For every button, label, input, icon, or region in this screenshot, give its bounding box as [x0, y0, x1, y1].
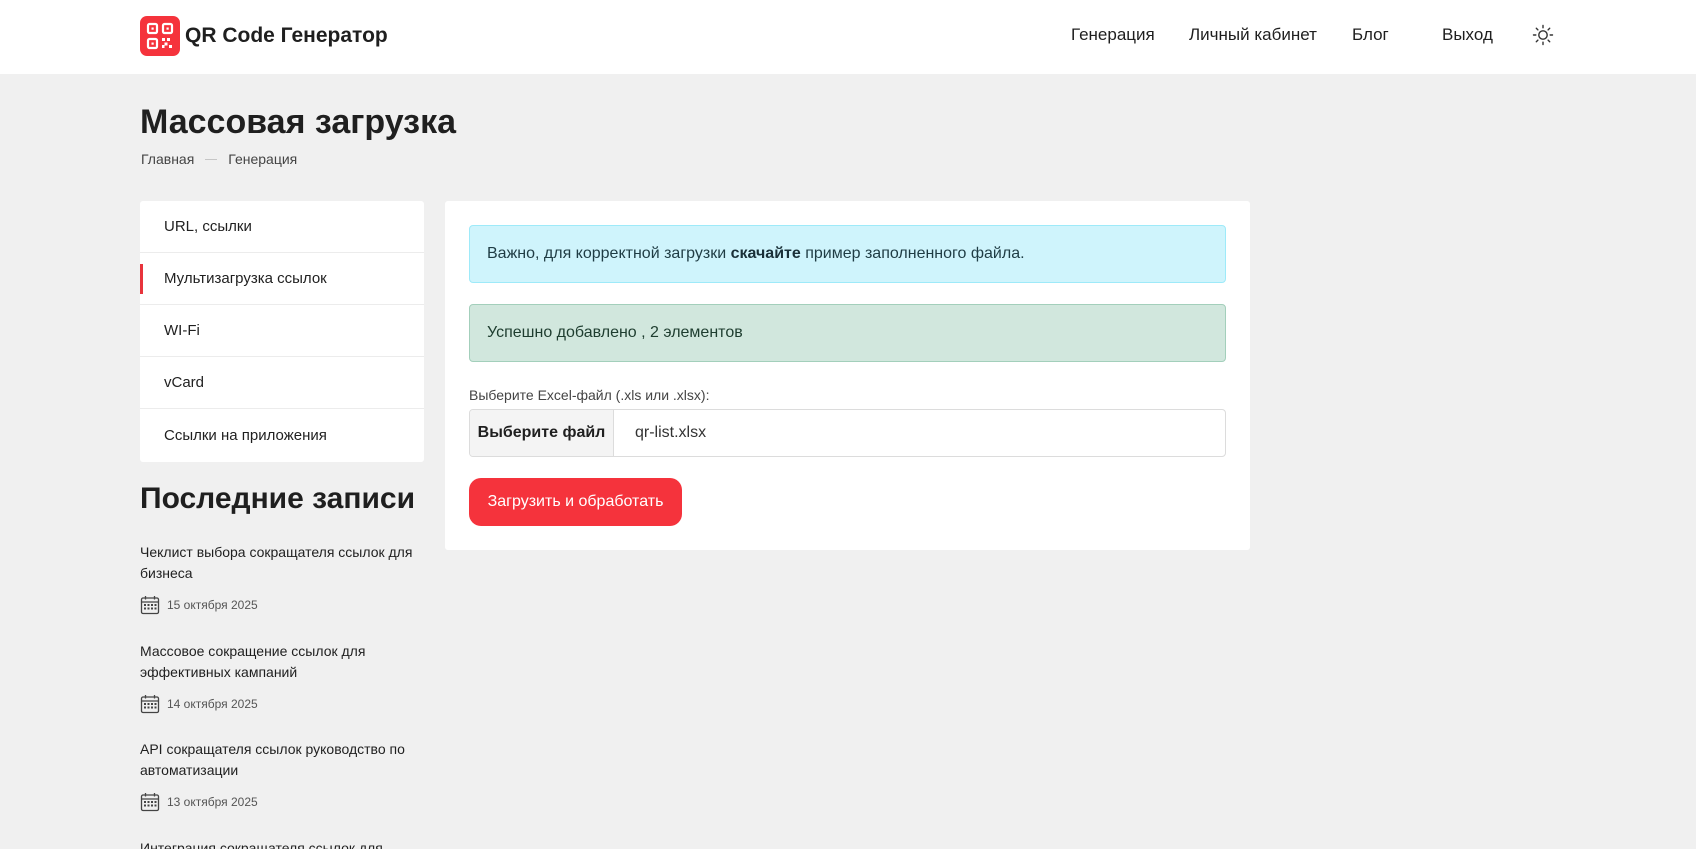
file-input-label: Выберите Excel-файл (.xls или .xlsx): [469, 387, 710, 403]
qr-code-icon [140, 16, 180, 56]
calendar-icon [140, 793, 160, 812]
post-date-text: 15 октября 2025 [167, 598, 258, 612]
breadcrumb-separator [205, 158, 218, 160]
nav-account[interactable]: Личный кабинет [1189, 25, 1317, 45]
post-date-text: 13 октября 2025 [167, 795, 258, 809]
top-navbar: QR Code Генератор Генерация Личный кабин… [0, 0, 1696, 74]
selected-file-name: qr-list.xlsx [635, 424, 707, 441]
sun-icon[interactable] [1532, 24, 1554, 46]
calendar-icon [140, 695, 160, 714]
calendar-icon [140, 596, 160, 615]
post-title-link[interactable]: API сокращателя ссылок руководство по ав… [140, 739, 430, 781]
menu-item-wifi[interactable]: WI-Fi [140, 305, 424, 357]
post-date: 15 октября 2025 [140, 595, 430, 615]
nav-blog[interactable]: Блог [1352, 25, 1389, 45]
generation-type-menu: URL, ссылки Мультизагрузка ссылок WI-Fi … [140, 201, 424, 462]
post-date: 13 октября 2025 [140, 792, 430, 812]
info-alert-text-end: пример заполненного файла. [800, 245, 1025, 262]
menu-item-multi-upload[interactable]: Мультизагрузка ссылок [140, 253, 424, 305]
recent-post: Массовое сокращение ссылок для эффективн… [140, 641, 430, 714]
info-alert-text: Важно, для корректной загрузки [487, 245, 731, 262]
post-date: 14 октября 2025 [140, 694, 430, 714]
nav-logout[interactable]: Выход [1442, 25, 1493, 45]
post-title-link[interactable]: Массовое сокращение ссылок для эффективн… [140, 641, 430, 683]
file-input[interactable]: Выберите файл qr-list.xlsx [469, 409, 1226, 457]
success-alert: Успешно добавлено , 2 элементов [469, 304, 1226, 362]
download-sample-link[interactable]: скачайте [731, 245, 801, 263]
menu-item-url[interactable]: URL, ссылки [140, 201, 424, 253]
recent-post: Интеграция сокращателя ссылок для [140, 838, 430, 849]
info-alert: Важно, для корректной загрузки скачайте … [469, 225, 1226, 283]
brand-link[interactable]: QR Code Генератор [140, 16, 388, 56]
post-date-text: 14 октября 2025 [167, 697, 258, 711]
page-title: Массовая загрузка [140, 103, 457, 141]
breadcrumb: Главная Генерация [141, 151, 297, 167]
menu-item-vcard[interactable]: vCard [140, 357, 424, 409]
nav-generation[interactable]: Генерация [1071, 25, 1155, 45]
choose-file-button[interactable]: Выберите файл [470, 410, 614, 456]
recent-post: Чеклист выбора сокращателя ссылок для би… [140, 542, 430, 615]
breadcrumb-current: Генерация [228, 151, 298, 167]
brand-name: QR Code Генератор [185, 24, 388, 47]
recent-post: API сокращателя ссылок руководство по ав… [140, 739, 430, 812]
menu-item-app-links[interactable]: Ссылки на приложения [140, 409, 424, 461]
breadcrumb-home[interactable]: Главная [141, 151, 194, 167]
post-title-link[interactable]: Чеклист выбора сокращателя ссылок для би… [140, 542, 430, 584]
upload-submit-button[interactable]: Загрузить и обработать [469, 478, 682, 526]
upload-panel: Важно, для корректной загрузки скачайте … [445, 201, 1250, 550]
post-title-link[interactable]: Интеграция сокращателя ссылок для [140, 838, 430, 849]
recent-posts-title: Последние записи [140, 482, 416, 515]
